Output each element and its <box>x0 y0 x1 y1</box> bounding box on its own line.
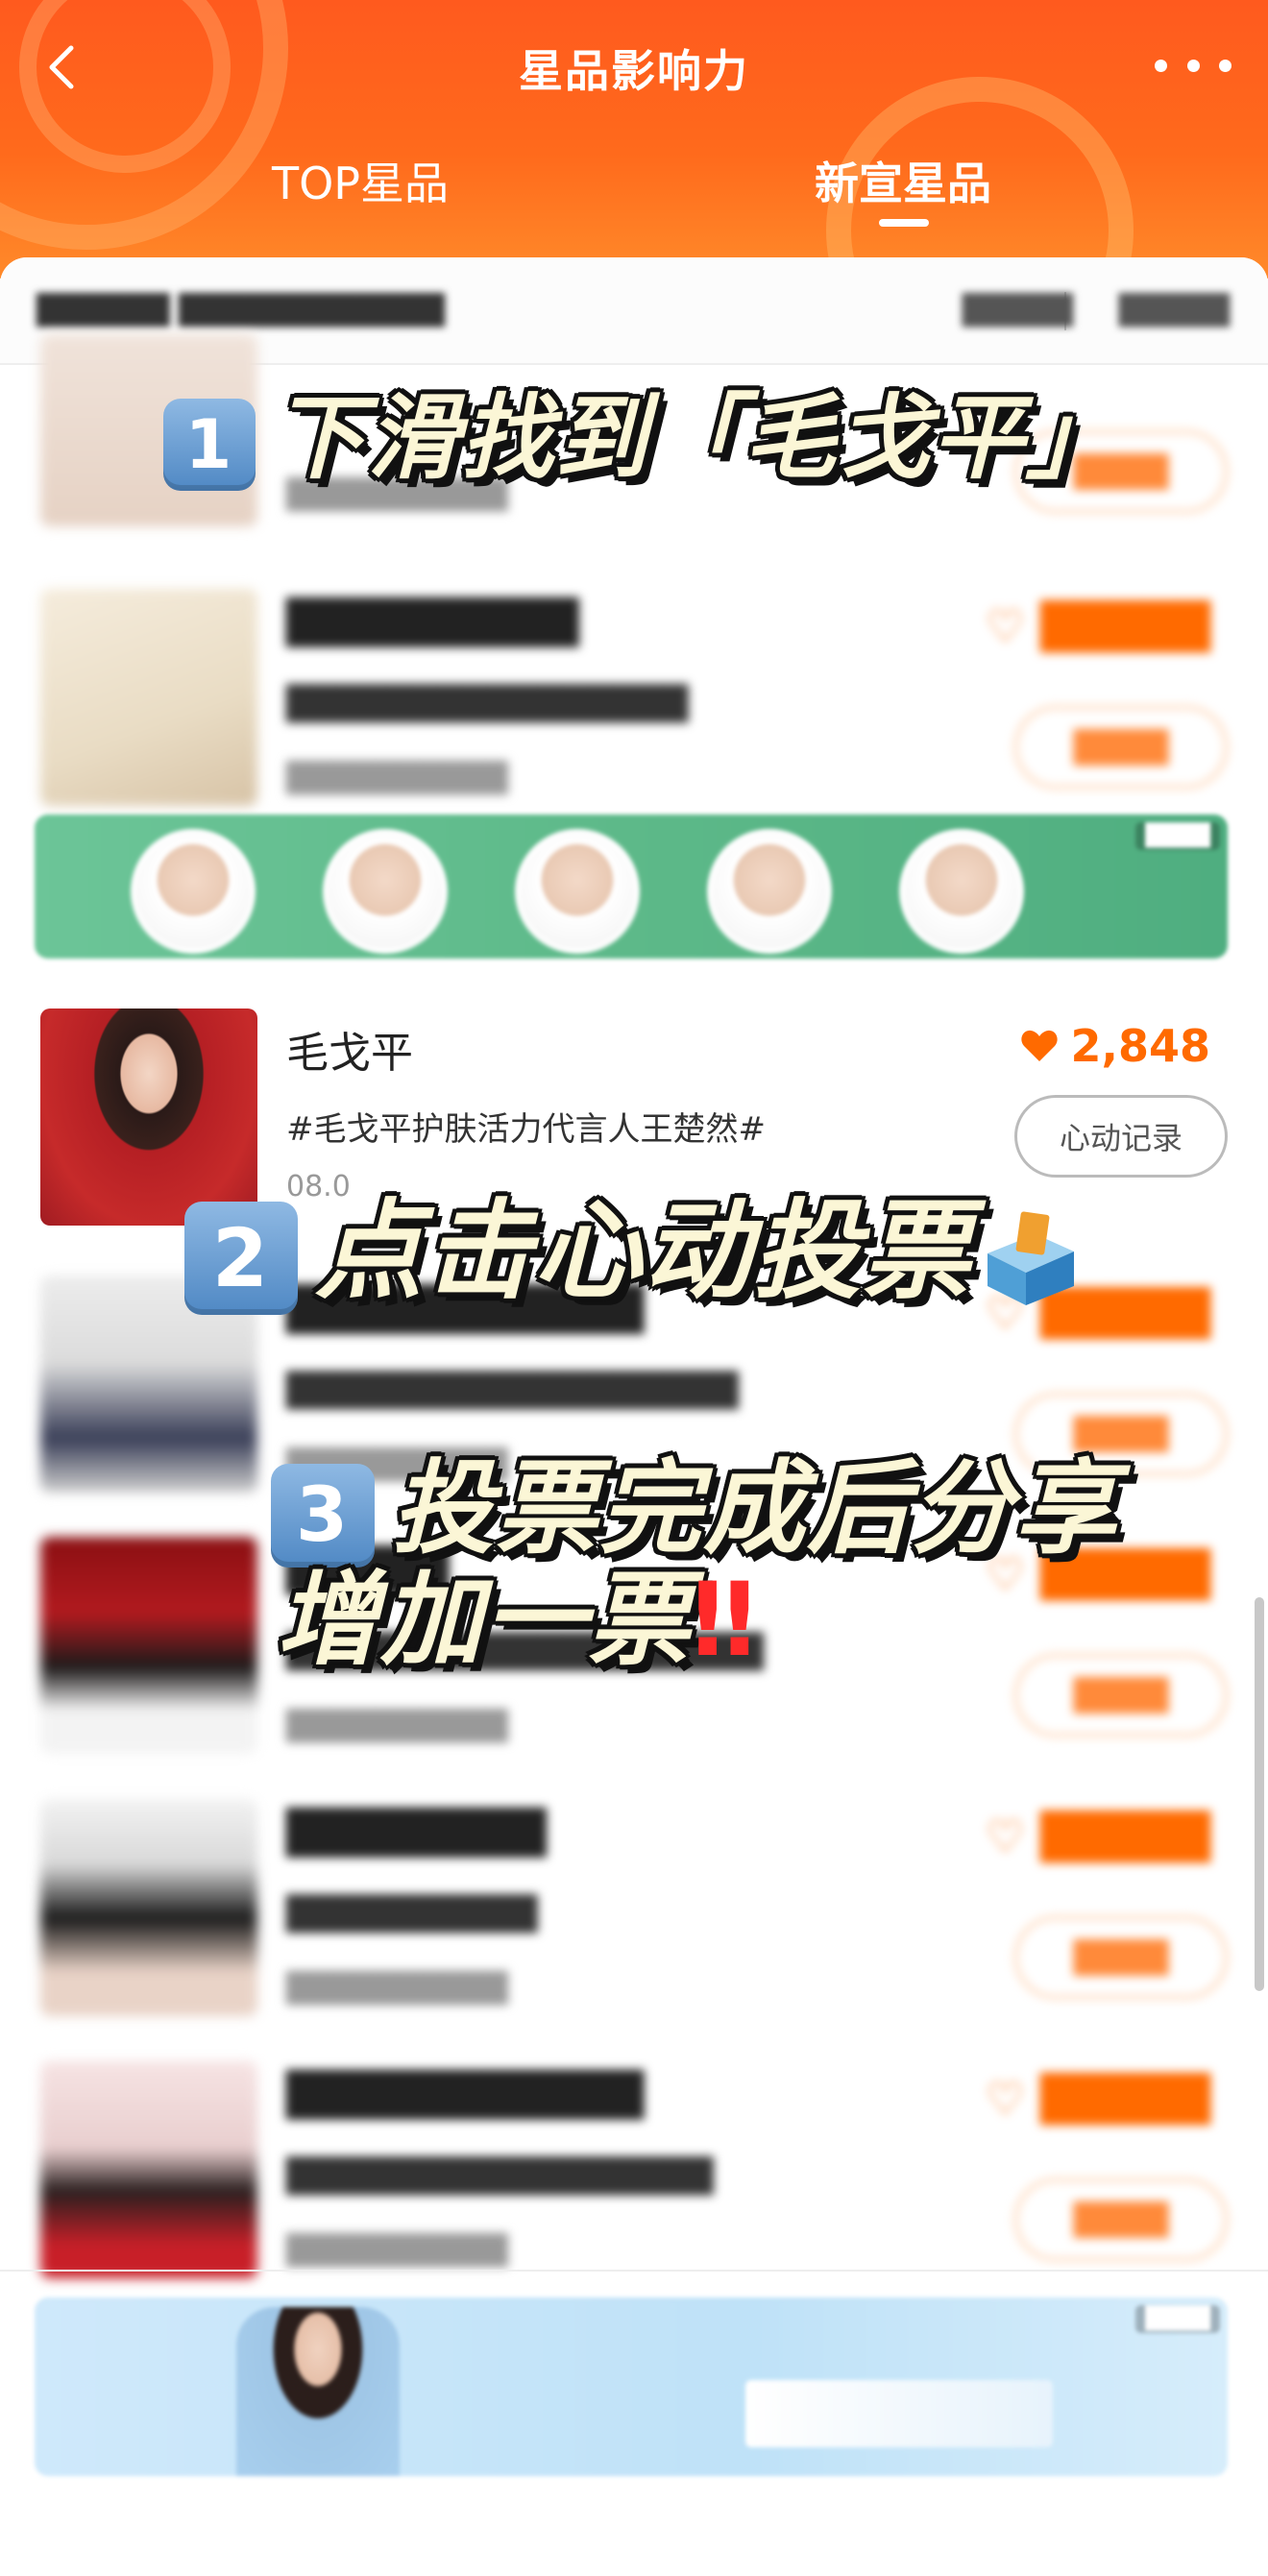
item-tag: #毛戈平护肤活力代言人王楚然# <box>286 1110 766 1149</box>
step2-annotation: 2 点击心动投票 <box>184 1164 1084 1320</box>
item-tag: ██████████████████ <box>286 1372 739 1410</box>
step2-number-badge: 2 <box>184 1202 298 1316</box>
heart-icon <box>1021 1030 1059 1061</box>
tab-top-products[interactable]: TOP星品 <box>235 149 485 212</box>
page-title: 星品影响力 <box>519 45 749 97</box>
step1-annotation: 1 下滑找到「毛戈平」 <box>163 363 1120 497</box>
double-exclamation-icon: ‼ <box>692 1561 758 1679</box>
ad-label: ████ <box>1135 822 1220 850</box>
more-dots-icon <box>1219 59 1231 72</box>
more-dots-icon <box>1155 59 1167 72</box>
banner-image <box>899 829 1024 954</box>
banner-image <box>131 829 256 954</box>
ad-label: ████ <box>1135 2305 1220 2333</box>
list-item[interactable]: ████████ ██████████ ██████████ ♡ █████ █… <box>0 1799 1268 2058</box>
ranking-card: ██████ ████████████ █████ █████ ████████… <box>0 257 1268 2576</box>
step3-annotation-line2: 增加一票‼ <box>277 1537 757 1685</box>
item-name: ███████████ <box>286 2071 645 2120</box>
banner-image <box>236 2307 400 2476</box>
item-date: ██████████ <box>286 1972 508 2005</box>
item-date: ██████████ <box>286 762 508 795</box>
step1-text: 下滑找到「毛戈平」 <box>273 384 1120 492</box>
active-tab-indicator <box>879 219 929 227</box>
vote-button[interactable]: ████ <box>1014 1654 1228 1737</box>
more-dots-icon <box>1186 59 1200 72</box>
header: 星品影响力 TOP星品 新宣星品 <box>0 0 1268 279</box>
section-divider <box>0 2270 1268 2272</box>
step1-number-badge: 1 <box>163 398 256 491</box>
tab-new-products[interactable]: 新宣星品 <box>778 149 1028 212</box>
list-item[interactable]: █████████ ████████████████ ██████████ ♡ … <box>0 589 1268 848</box>
item-votes: ♡ █████ <box>985 600 1210 652</box>
step2-text: 点击心动投票 <box>315 1189 972 1314</box>
banner-ad[interactable]: ████ <box>35 814 1228 959</box>
rules-links-blurred[interactable]: █████ █████ <box>963 294 1230 328</box>
avatar <box>40 1799 257 2016</box>
more-options-button[interactable] <box>1155 46 1231 85</box>
vote-button[interactable]: ████ <box>1014 1916 1228 1999</box>
item-name: █████████ <box>286 598 579 647</box>
vote-button[interactable]: ████ <box>1014 2178 1228 2261</box>
step3-text-line2: 增加一票 <box>277 1561 692 1679</box>
scrollbar[interactable] <box>1255 1597 1264 1991</box>
item-votes: ♡ █████ <box>985 1810 1210 1862</box>
item-tag: ██████████ <box>286 1895 538 1933</box>
avatar <box>40 1537 257 1754</box>
banner-image <box>323 829 448 954</box>
item-date: ██████████ <box>286 1710 508 1743</box>
item-name: 毛戈平 <box>286 1029 413 1078</box>
banner-image <box>515 829 640 954</box>
item-tag: █████████████████ <box>286 2157 714 2196</box>
item-tag: ████████████████ <box>286 685 689 723</box>
vote-button[interactable]: ████ <box>1014 706 1228 789</box>
avatar <box>40 2061 257 2278</box>
item-votes: 2,848 <box>1020 1020 1210 1072</box>
vote-count: 2,848 <box>1070 1020 1210 1072</box>
item-name: ████████ <box>286 1809 547 1858</box>
ballot-box-icon <box>978 1205 1084 1311</box>
banner-product-image <box>745 2380 1053 2447</box>
period-info-blurred: ██████ ████████████ <box>37 294 445 328</box>
item-date: ██████████ <box>286 2234 508 2268</box>
item-votes: ♡ █████ <box>985 2073 1210 2125</box>
bottom-banner-ad[interactable]: ████ <box>35 2297 1228 2476</box>
banner-image <box>707 829 832 954</box>
avatar <box>40 589 257 806</box>
list-item[interactable]: ███████████ █████████████████ ██████████… <box>0 2061 1268 2321</box>
